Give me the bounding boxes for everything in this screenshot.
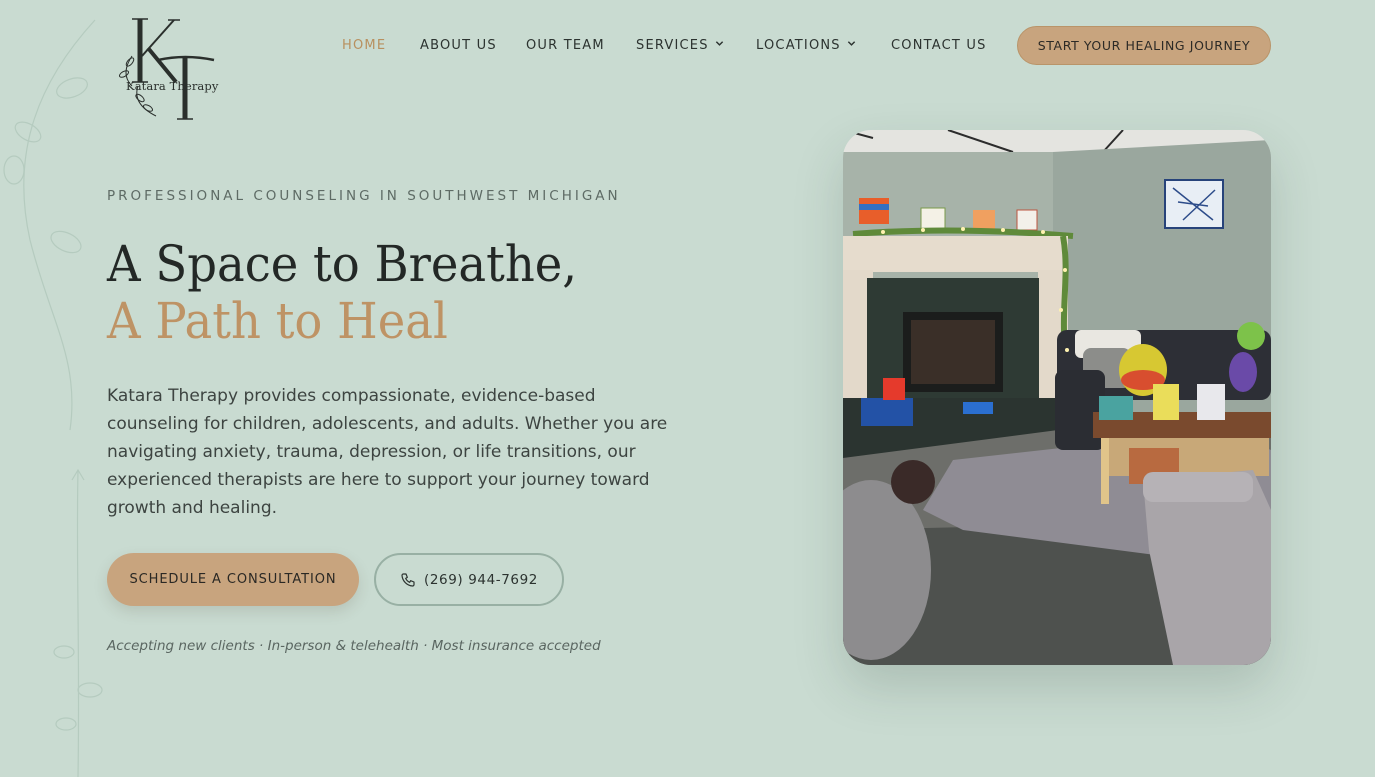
logo-monogram xyxy=(118,18,215,120)
hero-title-line1: A Space to Breathe, xyxy=(107,235,578,293)
nav-about-us[interactable]: ABOUT US xyxy=(420,36,497,56)
schedule-consultation-button[interactable]: SCHEDULE A CONSULTATION xyxy=(107,553,359,606)
hero-title: A Space to Breathe, A Path to Heal xyxy=(107,236,577,350)
logo-wordmark: Katara Therapy xyxy=(126,79,219,93)
office-photo-illustration xyxy=(843,130,1271,665)
phone-icon xyxy=(401,572,415,587)
availability-note: Accepting new clients · In-person & tele… xyxy=(107,638,601,654)
chevron-down-icon xyxy=(847,41,855,46)
office-photo xyxy=(843,130,1271,665)
phone-number: (269) 944-7692 xyxy=(424,571,538,588)
nav-locations[interactable]: LOCATIONS xyxy=(756,36,856,56)
hero-eyebrow: PROFESSIONAL COUNSELING IN SOUTHWEST MIC… xyxy=(107,188,621,204)
logo[interactable]: Katara Therapy xyxy=(110,16,218,122)
hero-title-line2: A Path to Heal xyxy=(107,292,448,350)
start-healing-journey-button[interactable]: START YOUR HEALING JOURNEY xyxy=(1017,26,1271,65)
hero-description: Katara Therapy provides compassionate, e… xyxy=(107,386,668,518)
nav-contact-us[interactable]: CONTACT US xyxy=(891,36,987,56)
phone-button[interactable]: (269) 944-7692 xyxy=(374,553,564,606)
nav-our-team[interactable]: OUR TEAM xyxy=(526,36,605,56)
nav-locations-label: LOCATIONS xyxy=(756,38,841,53)
nav-services[interactable]: SERVICES xyxy=(636,36,724,56)
nav-services-label: SERVICES xyxy=(636,38,709,53)
chevron-down-icon xyxy=(715,41,723,46)
nav-home[interactable]: HOME xyxy=(342,36,386,56)
